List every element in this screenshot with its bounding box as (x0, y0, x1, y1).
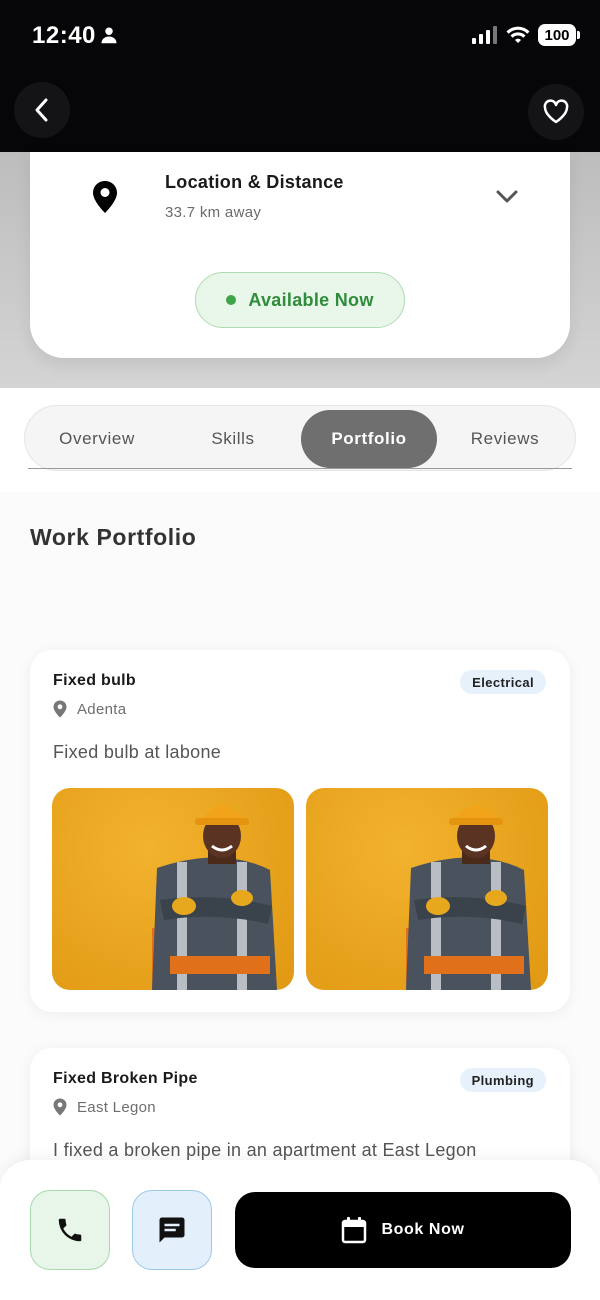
tab-portfolio[interactable]: Portfolio (301, 410, 437, 468)
location-title: Location & Distance (165, 172, 344, 192)
worker-photo (152, 805, 277, 990)
phone-icon (58, 1218, 82, 1242)
location-pin-icon (53, 1098, 67, 1116)
message-button[interactable] (132, 1190, 212, 1270)
book-now-label: Book Now (381, 1221, 465, 1238)
battery-indicator: 100 (538, 24, 580, 46)
heart-icon (543, 99, 569, 124)
tab-reviews[interactable]: Reviews (437, 410, 573, 468)
status-time: 12:40 (32, 22, 96, 49)
map-pin-icon (93, 181, 117, 213)
status-indicators: 100 (472, 24, 580, 46)
location-card: Location & Distance 33.7 km away Availab… (30, 152, 570, 358)
location-distance: 33.7 km away (165, 204, 262, 221)
availability-label: Available Now (248, 289, 374, 310)
signal-icon (472, 26, 497, 44)
portfolio-item-location: Adenta (53, 700, 126, 718)
call-button[interactable] (30, 1190, 110, 1270)
location-pin-icon (53, 700, 67, 718)
portfolio-image[interactable] (306, 788, 548, 990)
bottom-action-bar: Book Now (0, 1160, 600, 1300)
tab-bar: Overview Skills Portfolio Reviews (24, 405, 576, 471)
person-icon (101, 27, 117, 44)
portfolio-item-description: I fixed a broken pipe in an apartment at… (53, 1140, 477, 1160)
back-arrow-icon (35, 98, 48, 122)
category-tag: Electrical (460, 670, 546, 694)
portfolio-item-description: Fixed bulb at labone (53, 742, 222, 762)
wifi-icon (506, 26, 530, 43)
book-now-button[interactable]: Book Now (235, 1192, 571, 1268)
tabs-section: Overview Skills Portfolio Reviews (0, 388, 600, 492)
portfolio-image[interactable] (52, 788, 294, 990)
portfolio-item-location: East Legon (53, 1098, 156, 1116)
portfolio-item-title: Fixed Broken Pipe (53, 1070, 198, 1087)
tabs-divider (28, 468, 572, 469)
chevron-down-icon[interactable] (496, 190, 518, 204)
tab-overview[interactable]: Overview (29, 410, 165, 468)
category-tag: Plumbing (459, 1068, 546, 1092)
section-title: Work Portfolio (30, 524, 197, 550)
top-bar: 12:40 100 (0, 0, 600, 152)
calendar-icon (342, 1217, 367, 1244)
portfolio-card[interactable]: Fixed bulb Electrical Adenta Fixed bulb … (30, 650, 570, 1012)
tab-skills[interactable]: Skills (165, 410, 301, 468)
back-button[interactable] (14, 82, 70, 138)
worker-photo (406, 805, 531, 990)
availability-badge: Available Now (195, 272, 405, 328)
location-label: East Legon (77, 1098, 156, 1116)
status-dot (226, 295, 237, 305)
location-label: Adenta (77, 700, 127, 718)
chat-icon (159, 1217, 185, 1243)
favorite-button[interactable] (528, 84, 584, 140)
portfolio-item-title: Fixed bulb (53, 672, 136, 689)
